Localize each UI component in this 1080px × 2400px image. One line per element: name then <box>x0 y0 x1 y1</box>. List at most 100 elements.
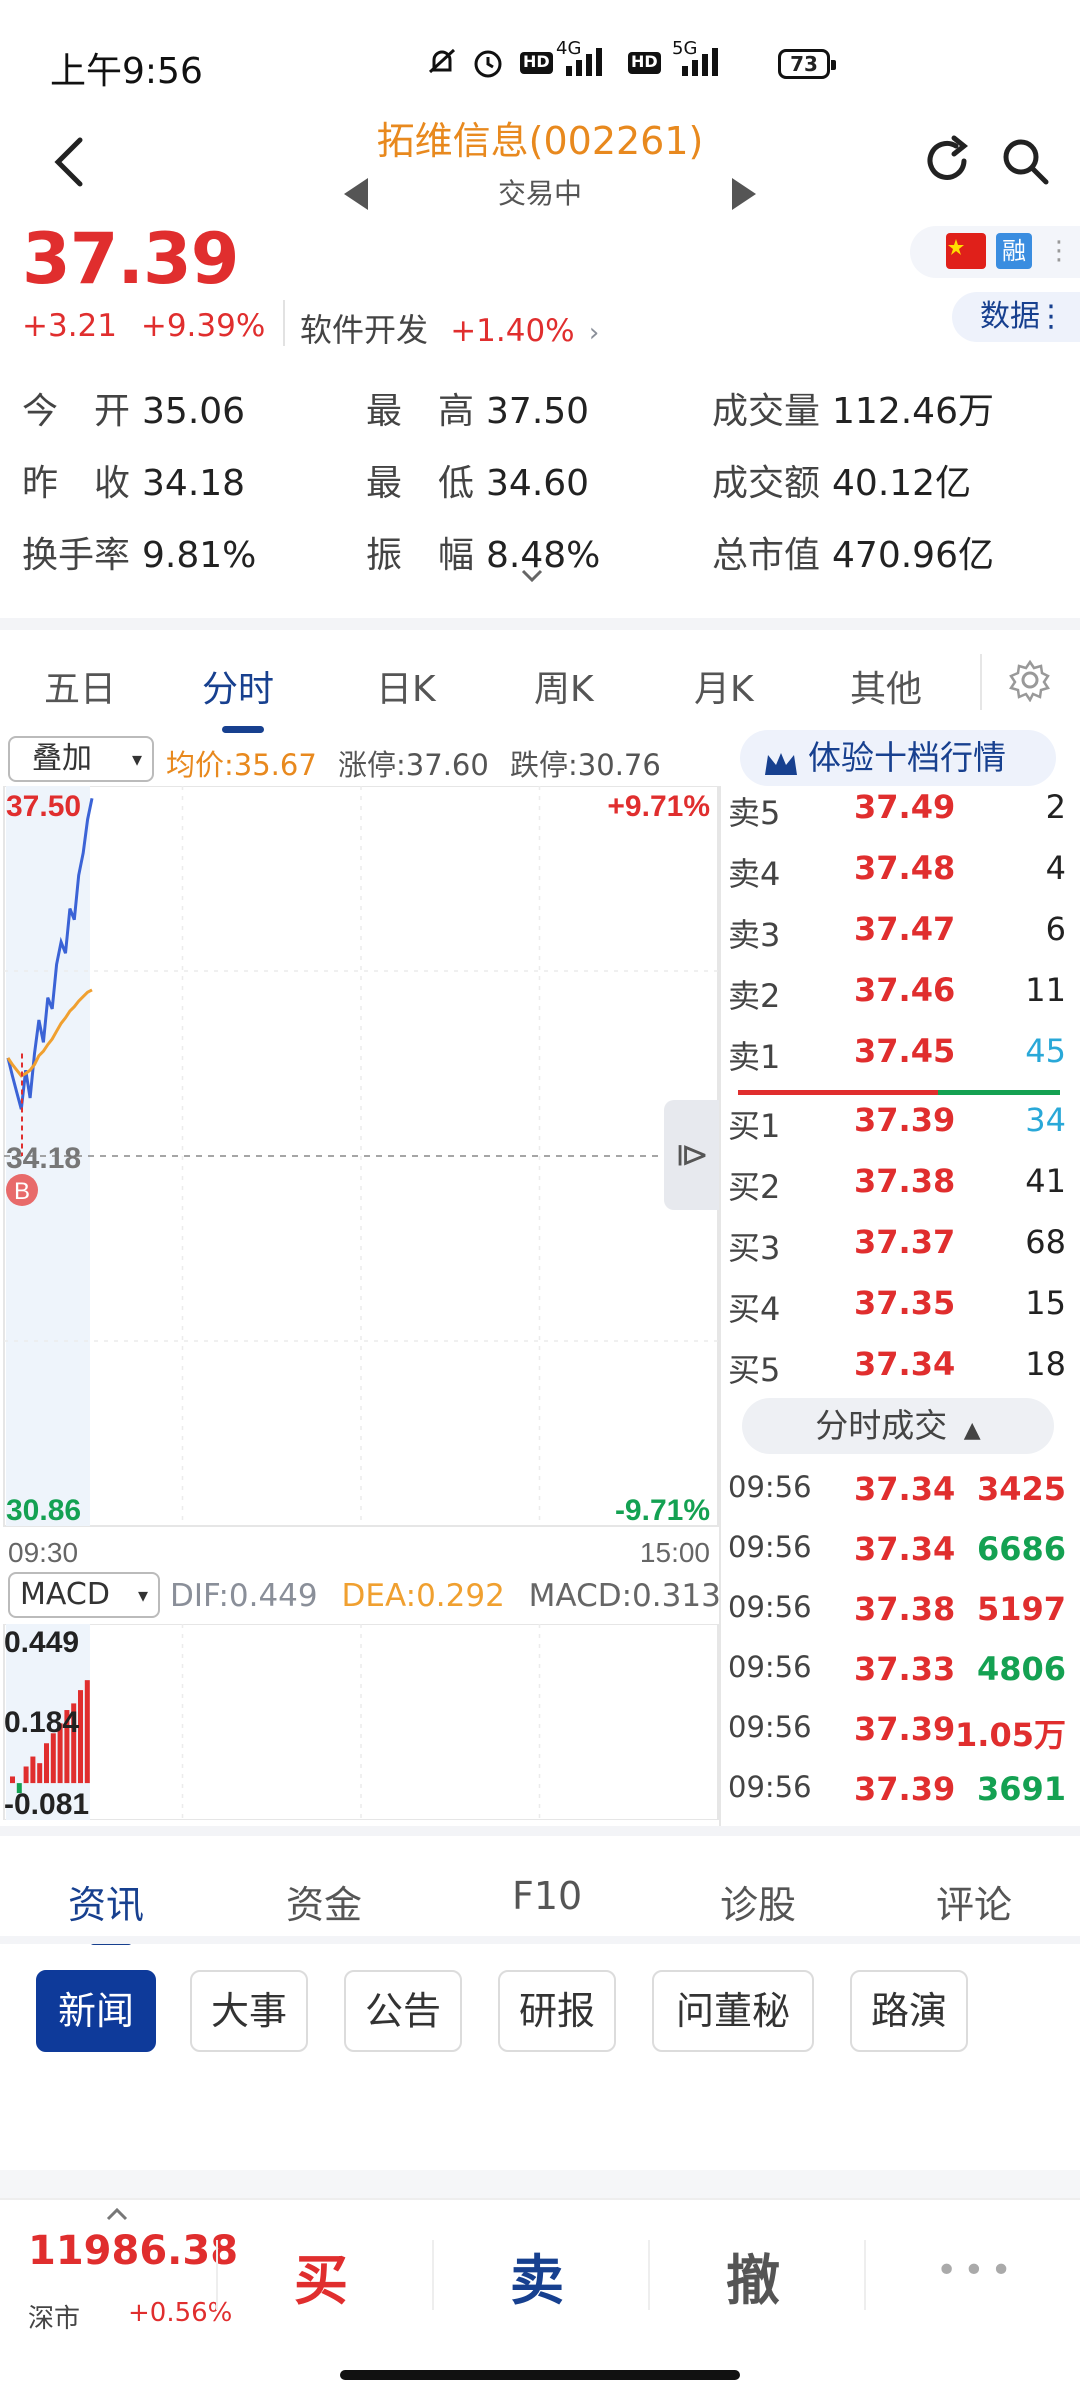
tab-4[interactable]: 月K <box>694 660 754 712</box>
chip-5[interactable]: 路演 <box>850 1970 968 2052</box>
status-bar: 上午9:56 HD 4G HD 5G 73 <box>0 0 1080 120</box>
buy-button[interactable]: 买 <box>294 2236 348 2315</box>
ten-level-quote-button[interactable]: 体验十档行情 <box>740 730 1056 786</box>
tab-3[interactable]: 周K <box>534 660 594 712</box>
limit-down-label: 跌停:30.76 <box>510 748 661 782</box>
stat-value: 37.50 <box>486 391 590 432</box>
cancel-order-button[interactable]: 撤 <box>726 2236 780 2315</box>
more-vertical-icon: ⋮ <box>1036 299 1066 334</box>
stat-item: 最 低 34.60 <box>366 454 589 506</box>
collapse-panel-icon[interactable]: ⧐ <box>664 1100 720 1210</box>
macd-bar <box>44 1743 49 1784</box>
info-tab-2[interactable]: F10 <box>512 1874 582 1918</box>
level-label: 卖2 <box>728 977 781 1015</box>
macd-bottom-label: -0.081 <box>4 1788 89 1820</box>
more-vertical-icon[interactable]: ⋮ <box>1046 236 1072 266</box>
divider <box>980 654 982 710</box>
x-end-label: 15:00 <box>640 1537 710 1568</box>
bid-row[interactable]: 买2 37.38 41 <box>726 1162 1066 1222</box>
info-tab-1[interactable]: 资金 <box>286 1874 362 1929</box>
macd-value: MACD:0.313 <box>528 1578 721 1614</box>
chip-3[interactable]: 研报 <box>498 1970 616 2052</box>
y-top-label: 37.50 <box>6 790 81 823</box>
chart-area: 叠加 ▾ 均价:35.67 涨停:37.60 跌停:30.76 体验十档行情 B… <box>0 726 1080 1826</box>
macd-mid-label: 0.184 <box>4 1706 79 1739</box>
change-amount: +3.21 <box>22 308 117 344</box>
divider <box>283 300 285 346</box>
trade-row: 09:56 37.39 3691 <box>726 1770 1066 1830</box>
ask-row[interactable]: 卖5 37.49 2 <box>726 788 1066 848</box>
chip-2[interactable]: 公告 <box>344 1970 462 2052</box>
trade-time: 09:56 <box>728 1590 812 1624</box>
tab-1[interactable]: 分时 <box>202 660 274 712</box>
price-chart[interactable]: B 37.50 34.18 30.86 +9.71% -9.71% 09:30 15:00 <box>0 786 720 1576</box>
ask-row[interactable]: 卖3 37.47 6 <box>726 910 1066 970</box>
trades-toggle[interactable]: 分时成交 ▲ <box>742 1398 1054 1454</box>
expand-chevron-icon[interactable] <box>520 568 544 588</box>
limit-up-label: 涨停:37.60 <box>338 748 489 782</box>
stat-label: 成交额 <box>712 463 821 504</box>
bid-row[interactable]: 买5 37.34 18 <box>726 1345 1066 1405</box>
info-tab-4[interactable]: 评论 <box>936 1874 1012 1929</box>
macd-bar <box>23 1766 29 1784</box>
y-bottom-label: 30.86 <box>6 1494 81 1527</box>
tab-2[interactable]: 日K <box>376 660 436 712</box>
overlay-selector[interactable]: 叠加 ▾ <box>8 736 154 782</box>
info-tab-0[interactable]: 资讯 <box>68 1874 144 1929</box>
macd-frame <box>3 1624 719 1820</box>
trade-price: 37.34 <box>854 1530 956 1568</box>
data-button-label: 数据 <box>980 299 1040 334</box>
stat-label: 成交量 <box>712 391 821 432</box>
info-tab-3[interactable]: 诊股 <box>720 1874 796 1929</box>
pct-bottom-label: -9.71% <box>615 1494 710 1527</box>
settings-gear-icon[interactable] <box>1008 658 1052 706</box>
level-label: 买4 <box>728 1290 781 1328</box>
next-stock-icon[interactable] <box>732 178 756 210</box>
margin-trading-badge[interactable]: 融 <box>996 233 1032 269</box>
news-category-chips: 新闻 大事 公告 研报 问董秘 路演 <box>0 1970 1080 2060</box>
stock-header: 拓维信息(002261) 交易中 <box>0 110 1080 220</box>
tab-0[interactable]: 五日 <box>44 660 116 712</box>
chip-4[interactable]: 问董秘 <box>652 1970 814 2052</box>
trade-time: 09:56 <box>728 1470 812 1504</box>
stock-title: 拓维信息(002261) <box>376 119 704 163</box>
chart-tabs: 五日 分时 日K 周K 月K 其他 <box>0 618 1080 733</box>
sector-link[interactable]: 软件开发 +1.40% › <box>300 305 599 351</box>
sector-percent: +1.40% <box>450 313 575 349</box>
search-icon[interactable] <box>998 134 1052 192</box>
trade-status: 交易中 <box>497 177 582 210</box>
refresh-icon[interactable] <box>920 134 974 192</box>
ask-row[interactable]: 卖2 37.46 11 <box>726 971 1066 1031</box>
divider <box>0 2170 1080 2198</box>
data-button[interactable]: 数据 ⋮ <box>952 292 1080 342</box>
ask-row[interactable]: 卖4 37.48 4 <box>726 849 1066 909</box>
chip-1[interactable]: 大事 <box>190 1970 308 2052</box>
stat-label: 总市值 <box>712 535 821 576</box>
level-label: 买5 <box>728 1351 781 1389</box>
ask-row[interactable]: 卖1 37.45 45 <box>726 1032 1066 1092</box>
level-label: 卖4 <box>728 855 781 893</box>
dif-value: DIF:0.449 <box>170 1578 318 1614</box>
macd-chart[interactable]: 0.449 0.184 -0.081 <box>0 1624 720 1820</box>
china-flag-icon[interactable] <box>946 233 986 269</box>
divider <box>648 2240 650 2310</box>
level-qty: 45 <box>1025 1032 1066 1070</box>
index-value[interactable]: 11986.38 <box>28 2228 238 2274</box>
stat-label: 最 高 <box>366 391 475 432</box>
chip-0[interactable]: 新闻 <box>36 1970 156 2052</box>
macd-bar <box>30 1756 36 1784</box>
stat-item: 昨 收 34.18 <box>22 454 245 506</box>
bid-row[interactable]: 买1 37.39 34 <box>726 1101 1066 1161</box>
trade-qty: 3425 <box>976 1470 1066 1508</box>
bid-row[interactable]: 买3 37.37 68 <box>726 1223 1066 1283</box>
level-qty: 41 <box>1025 1162 1066 1200</box>
bid-row[interactable]: 买4 37.35 15 <box>726 1284 1066 1344</box>
level-price: 37.48 <box>854 849 956 887</box>
caret-up-icon[interactable] <box>106 2206 128 2225</box>
sell-button[interactable]: 卖 <box>510 2236 564 2315</box>
tab-5[interactable]: 其他 <box>850 660 922 712</box>
more-horizontal-icon[interactable]: ••• <box>936 2250 1018 2291</box>
trade-time: 09:56 <box>728 1770 812 1804</box>
trade-row: 09:56 37.34 6686 <box>726 1530 1066 1590</box>
indicator-selector[interactable]: MACD ▾ <box>8 1572 160 1618</box>
